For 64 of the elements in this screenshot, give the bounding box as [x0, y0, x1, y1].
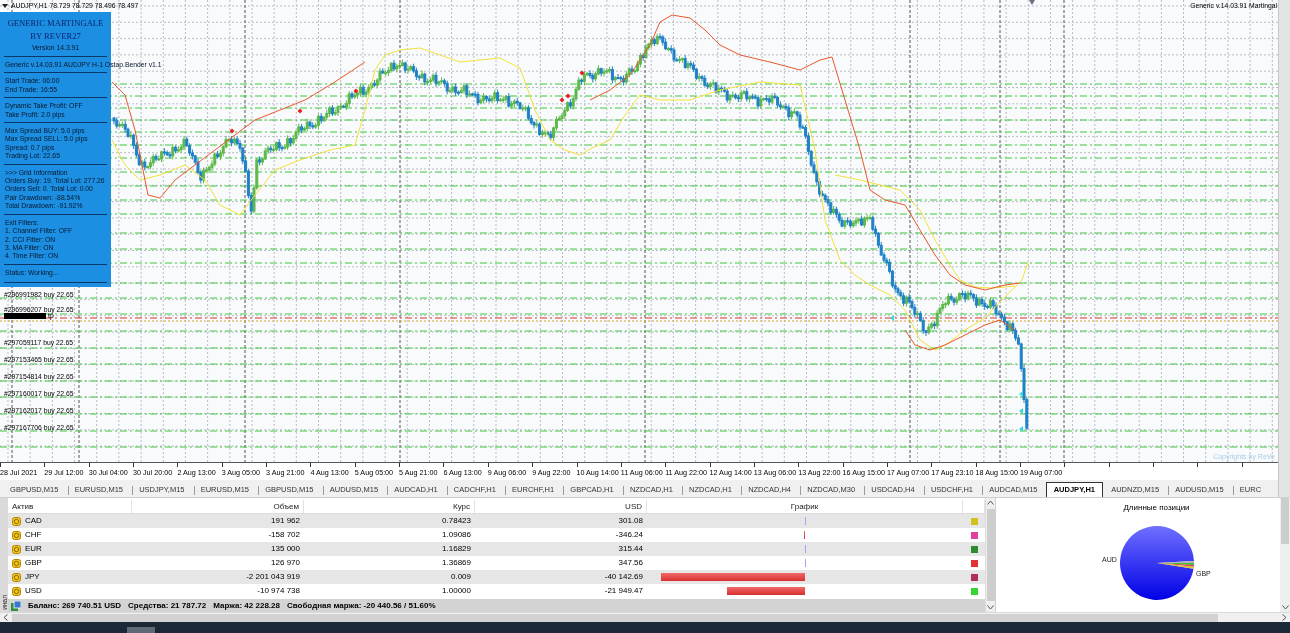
table-cell-text: -10 974 738 — [257, 585, 300, 597]
menu-caret-icon[interactable] — [2, 3, 8, 8]
trade-marker-icon — [353, 88, 359, 94]
table-cell-text: 347.56 — [618, 557, 643, 569]
table-cell-text: GBP — [25, 557, 42, 569]
column-header[interactable]: Объем — [273, 500, 299, 513]
table-cell-text: -21 949.47 — [604, 585, 643, 597]
trade-marker-icon — [1019, 426, 1023, 432]
table-row[interactable]: JPY -2 201 043 919 0.009 -40 142.69 — [8, 570, 985, 584]
account-summary-text: Свободная маржа: -20 440.56 / 51.60% — [286, 599, 436, 612]
table-cell-text: EUR — [25, 543, 42, 555]
table-cell-text: 191 962 — [271, 515, 300, 527]
horizontal-scrollbar[interactable] — [0, 612, 1290, 622]
account-summary-text: Баланс: 269 740.51 USD — [28, 599, 122, 612]
coin-icon — [12, 558, 21, 568]
trade-marker-icon — [1019, 408, 1023, 414]
column-header[interactable]: График — [790, 500, 819, 513]
coin-icon — [12, 572, 21, 582]
panel-title: GENERIC MARTINGALE — [7, 17, 104, 30]
scroll-left-icon[interactable] — [3, 614, 8, 621]
table-cell-text: -40 142.69 — [604, 571, 643, 583]
table-cell-text: USD — [25, 585, 42, 597]
scroll-right-icon[interactable] — [1282, 614, 1287, 621]
trade-marker-icon — [579, 70, 585, 76]
table-cell-text: CAD — [25, 515, 42, 527]
coin-icon — [12, 586, 21, 596]
vertical-scrollbar[interactable] — [985, 498, 995, 612]
table-cell-text: 301.08 — [618, 515, 643, 527]
account-icon — [11, 600, 21, 611]
trade-marker-icon — [229, 128, 235, 134]
coin-icon — [12, 530, 21, 540]
scroll-down-icon[interactable] — [1281, 605, 1289, 610]
account-summary-text: Маржа: 42 228.28 — [213, 599, 280, 612]
table-cell-text: -346.24 — [615, 529, 643, 541]
table-row[interactable]: CAD 191 962 0.78423 301.08 — [8, 514, 985, 528]
account-summary-text: Средства: 21 787.72 — [128, 599, 207, 612]
table-cell-text: CHF — [25, 529, 42, 541]
scroll-down-icon[interactable] — [987, 605, 994, 610]
table-cell-text: 135 000 — [271, 543, 300, 555]
table-cell-text: 1.16829 — [442, 543, 471, 555]
table-cell-text: 1.00000 — [442, 585, 471, 597]
panel-title: BY REVER27 — [30, 30, 81, 43]
chart-shift-icon[interactable] — [1029, 0, 1035, 5]
coin-icon — [12, 516, 21, 526]
coin-icon — [12, 544, 21, 554]
chart-title: Длинные позиции — [1123, 502, 1190, 513]
table-cell-text: 0.009 — [450, 571, 471, 583]
table-cell-text: JPY — [25, 571, 40, 583]
column-header[interactable]: Курс — [452, 500, 470, 513]
redaction-block — [4, 313, 46, 319]
table-cell-text: -158 702 — [268, 529, 300, 541]
scroll-up-icon[interactable] — [987, 500, 994, 505]
trade-marker-icon — [890, 315, 894, 321]
table-cell-text: 0.78423 — [442, 515, 471, 527]
table-cell-text: 1.36869 — [442, 557, 471, 569]
vertical-scrollbar[interactable] — [1280, 498, 1290, 612]
table-row[interactable]: EUR 135 000 1.16829 315.44 — [8, 542, 985, 556]
table-cell-text: 126 970 — [271, 557, 300, 569]
table-cell-text: 1.09086 — [442, 529, 471, 541]
trade-marker-icon — [297, 108, 303, 114]
column-header[interactable]: USD — [625, 500, 642, 513]
column-header[interactable]: Актив — [12, 500, 34, 513]
table-cell-text: -2 201 043 919 — [246, 571, 300, 583]
table-cell-text: 315.44 — [618, 543, 643, 555]
